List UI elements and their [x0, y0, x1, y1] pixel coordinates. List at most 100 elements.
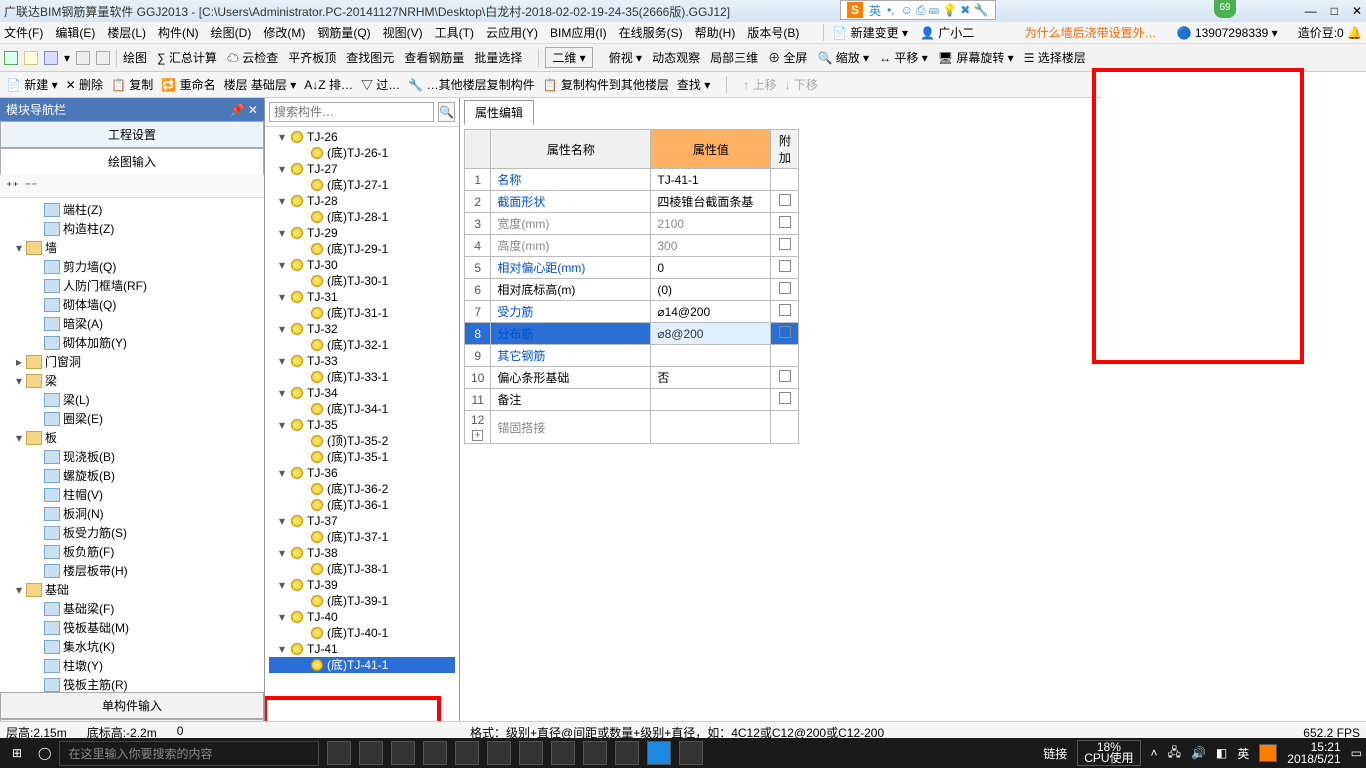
cortana-icon[interactable]: ◯	[38, 746, 51, 760]
green-badge[interactable]: 69	[1214, 0, 1236, 18]
collapse-all-icon[interactable]: ⁻⁻	[25, 179, 38, 193]
nav-tree-item[interactable]: 螺旋板(B)	[4, 466, 260, 485]
comp-toolbar-item[interactable]: 楼层 基础层 ▾	[224, 78, 297, 92]
dim-combo[interactable]: 二维 ▾	[545, 47, 592, 68]
component-item[interactable]: (底)TJ-39-1	[269, 593, 455, 609]
property-row[interactable]: 8分布筋⌀8@200	[465, 323, 799, 345]
action-center-icon[interactable]: ▭	[1351, 746, 1362, 760]
component-item[interactable]: ▾TJ-35	[269, 417, 455, 433]
component-item[interactable]: ▾TJ-31	[269, 289, 455, 305]
component-item[interactable]: ▾TJ-40	[269, 609, 455, 625]
menu-item[interactable]: 编辑(E)	[55, 26, 95, 40]
pin-icon[interactable]: 📌 ✕	[230, 103, 258, 117]
component-item[interactable]: (底)TJ-28-1	[269, 209, 455, 225]
component-item[interactable]: ▾TJ-33	[269, 353, 455, 369]
nav-move-item[interactable]: ↓ 下移	[785, 78, 818, 92]
property-row[interactable]: 2截面形状四棱锥台截面条基	[465, 191, 799, 213]
nav-tree-item[interactable]: 圈梁(E)	[4, 409, 260, 428]
explorer-icon[interactable]	[455, 741, 479, 765]
view-toolbar-item[interactable]: 俯视 ▾	[609, 51, 642, 65]
undo-icon[interactable]	[76, 51, 90, 65]
nav-tree-item[interactable]: 筏板主筋(R)	[4, 675, 260, 692]
property-row[interactable]: 4高度(mm)300	[465, 235, 799, 257]
newchange-button[interactable]: 📄 新建变更 ▾	[823, 24, 908, 41]
component-item[interactable]: ▾TJ-30	[269, 257, 455, 273]
nav-tree-item[interactable]: ▸门窗洞	[4, 352, 260, 371]
property-row[interactable]: 12 +锚固搭接	[465, 411, 799, 444]
app-icon-3[interactable]	[551, 741, 575, 765]
checkbox[interactable]	[779, 282, 791, 294]
component-item[interactable]: (顶)TJ-35-2	[269, 433, 455, 449]
nav-tree-item[interactable]: 板负筋(F)	[4, 542, 260, 561]
comp-toolbar-item[interactable]: A↓Z 排…	[304, 78, 353, 92]
toolbar-item[interactable]: 平齐板顶	[288, 51, 336, 65]
component-item[interactable]: (底)TJ-35-1	[269, 449, 455, 465]
nav-tree-item[interactable]: 柱墩(Y)	[4, 656, 260, 675]
menu-item[interactable]: 在线服务(S)	[619, 26, 683, 40]
nav-tree-item[interactable]: ▾梁	[4, 371, 260, 390]
tray-up-icon[interactable]: ˄	[1151, 746, 1158, 760]
property-row[interactable]: 5相对偏心距(mm)0	[465, 257, 799, 279]
nav-tree-item[interactable]: 现浇板(B)	[4, 447, 260, 466]
component-tree[interactable]: ▾TJ-26(底)TJ-26-1▾TJ-27(底)TJ-27-1▾TJ-28(底…	[265, 127, 459, 746]
comp-toolbar-item[interactable]: 📋 复制构件到其他楼层	[543, 78, 669, 92]
checkbox[interactable]	[779, 326, 791, 338]
comp-toolbar-item[interactable]: 🔁 重命名	[161, 78, 215, 92]
checkbox[interactable]	[779, 260, 791, 272]
nav-tree-item[interactable]: 柱帽(V)	[4, 485, 260, 504]
component-item[interactable]: (底)TJ-27-1	[269, 177, 455, 193]
phone-button[interactable]: 🔵 13907298339 ▾	[1177, 26, 1278, 40]
component-item[interactable]: (底)TJ-34-1	[269, 401, 455, 417]
volume-icon[interactable]: 🔊	[1191, 746, 1206, 760]
component-item[interactable]: (底)TJ-33-1	[269, 369, 455, 385]
store-icon[interactable]	[487, 741, 511, 765]
property-row[interactable]: 11备注	[465, 389, 799, 411]
component-item[interactable]: (底)TJ-36-1	[269, 497, 455, 513]
toolbar-item[interactable]: ∑ 汇总计算	[157, 51, 217, 65]
menu-item[interactable]: 绘图(D)	[211, 26, 252, 40]
view-toolbar-item[interactable]: ⊕ 全屏	[768, 51, 807, 65]
view-toolbar-item[interactable]: 🔍 缩放 ▾	[817, 51, 869, 65]
app-icon-4[interactable]	[583, 741, 607, 765]
toolbar-item[interactable]: 绘图	[123, 51, 147, 65]
menu-item[interactable]: 版本号(B)	[747, 26, 799, 40]
component-item[interactable]: (底)TJ-31-1	[269, 305, 455, 321]
toolbar-item[interactable]: 查找图元	[346, 51, 394, 65]
start-button[interactable]: ⊞	[4, 746, 30, 760]
menu-item[interactable]: 视图(V)	[383, 26, 423, 40]
nav-tree-item[interactable]: 板洞(N)	[4, 504, 260, 523]
view-toolbar-item[interactable]: 局部三维	[710, 51, 758, 65]
property-row[interactable]: 7受力筋⌀14@200	[465, 301, 799, 323]
comp-toolbar-item[interactable]: 🔧 …其他楼层复制构件	[408, 78, 534, 92]
taskview-icon[interactable]	[327, 741, 351, 765]
component-item[interactable]: (底)TJ-38-1	[269, 561, 455, 577]
menu-item[interactable]: 钢筋量(Q)	[317, 26, 370, 40]
nav-tree[interactable]: 端柱(Z)构造柱(Z)▾墙剪力墙(Q)人防门框墙(RF)砌体墙(Q)暗梁(A)砌…	[0, 198, 264, 692]
component-item[interactable]: ▾TJ-38	[269, 545, 455, 561]
nav-tree-item[interactable]: 梁(L)	[4, 390, 260, 409]
minimize-button[interactable]: —	[1305, 4, 1317, 18]
toolbar-item[interactable]: 批量选择	[474, 51, 522, 65]
component-item[interactable]: ▾TJ-28	[269, 193, 455, 209]
checkbox[interactable]	[779, 238, 791, 250]
nav-tree-item[interactable]: 人防门框墙(RF)	[4, 276, 260, 295]
clock[interactable]: 15:212018/5/21	[1287, 741, 1340, 765]
comp-toolbar-item[interactable]: 📄 新建 ▾	[6, 78, 58, 92]
component-item[interactable]: (底)TJ-30-1	[269, 273, 455, 289]
ie-icon[interactable]	[519, 741, 543, 765]
nav-tree-item[interactable]: 暗梁(A)	[4, 314, 260, 333]
single-input-button[interactable]: 单构件输入	[0, 692, 264, 719]
property-tab[interactable]: 属性编辑	[464, 100, 534, 125]
tab-drawing-input[interactable]: 绘图输入	[0, 148, 264, 175]
search-input[interactable]	[269, 102, 434, 122]
view-toolbar-item[interactable]: 动态观察	[652, 51, 700, 65]
ime-lang-tray[interactable]: 英	[1237, 745, 1249, 762]
app-icon-5[interactable]	[615, 741, 639, 765]
comp-toolbar-item[interactable]: 查找 ▾	[677, 78, 710, 92]
ime-toolbar[interactable]: S 英 •, ☺ ⎙ ⌨ 💡 ✖ 🔧	[840, 0, 996, 20]
property-row[interactable]: 9其它钢筋	[465, 345, 799, 367]
component-item[interactable]: ▾TJ-41	[269, 641, 455, 657]
app-icon-6[interactable]	[679, 741, 703, 765]
chain-label[interactable]: 链接	[1043, 745, 1067, 762]
search-button[interactable]: 🔍	[438, 102, 455, 122]
